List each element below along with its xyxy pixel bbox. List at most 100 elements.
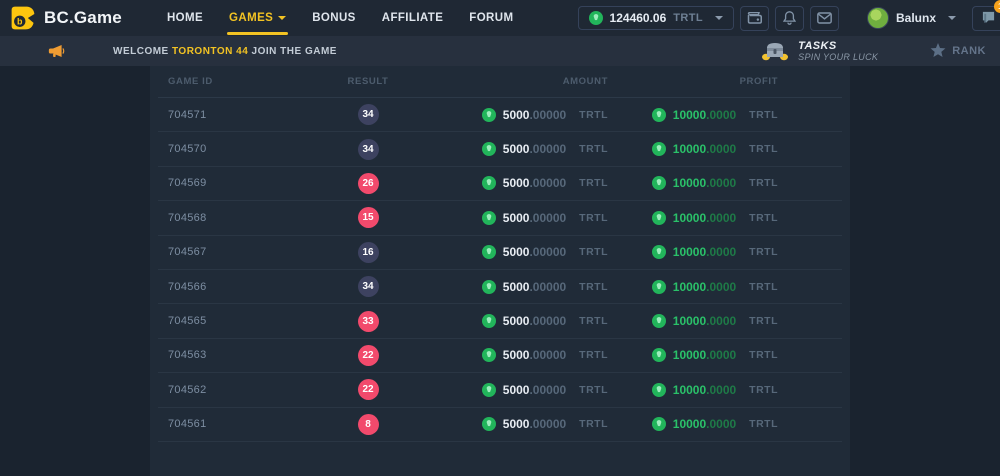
profit-currency: TRTL bbox=[749, 143, 778, 155]
amount-integer: 5000 bbox=[503, 348, 530, 362]
messages-button[interactable] bbox=[810, 6, 839, 31]
amount-cell: 5000 .00000 TRTL bbox=[423, 348, 608, 362]
bcgame-logo-icon: b bbox=[10, 5, 36, 31]
result-badge: 34 bbox=[358, 139, 379, 160]
table-row[interactable]: 704565 33 5000 .00000 TRTL 10000 .0000 T… bbox=[158, 304, 842, 338]
nav-forum[interactable]: FORUM bbox=[456, 0, 526, 36]
tasks-subtitle: SPIN YOUR LUCK bbox=[798, 52, 878, 62]
game-id: 704569 bbox=[158, 177, 313, 189]
game-id: 704570 bbox=[158, 143, 313, 155]
result-badge: 16 bbox=[358, 242, 379, 263]
main-content: GAME ID RESULT AMOUNT PROFIT 704571 34 5… bbox=[0, 66, 1000, 476]
table-row[interactable]: 704571 34 5000 .00000 TRTL 10000 .0000 T… bbox=[158, 98, 842, 132]
profit-integer: 10000 bbox=[673, 383, 706, 397]
coin-icon bbox=[482, 417, 496, 431]
chat-flag-icon bbox=[981, 11, 996, 25]
coin-icon bbox=[482, 108, 496, 122]
bets-table-body: 704571 34 5000 .00000 TRTL 10000 .0000 T… bbox=[158, 98, 842, 442]
amount-cell: 5000 .00000 TRTL bbox=[423, 142, 608, 156]
profit-decimals: .0000 bbox=[706, 211, 736, 225]
amount-currency: TRTL bbox=[579, 177, 608, 189]
profit-decimals: .0000 bbox=[706, 142, 736, 156]
profit-currency: TRTL bbox=[749, 384, 778, 396]
game-id: 704562 bbox=[158, 384, 313, 396]
table-row[interactable]: 704567 16 5000 .00000 TRTL 10000 .0000 T… bbox=[158, 236, 842, 270]
coin-icon bbox=[652, 245, 666, 259]
wallet-balance-selector[interactable]: 124460.06 TRTL bbox=[578, 6, 734, 30]
amount-integer: 5000 bbox=[503, 383, 530, 397]
coin-icon bbox=[482, 142, 496, 156]
topbar: b BC.Game HOME GAMES BONUS AFFILIATE FOR… bbox=[0, 0, 1000, 36]
profit-currency: TRTL bbox=[749, 315, 778, 327]
table-row[interactable]: 704563 22 5000 .00000 TRTL 10000 .0000 T… bbox=[158, 339, 842, 373]
notifications-button[interactable] bbox=[775, 6, 804, 31]
profit-decimals: .0000 bbox=[706, 314, 736, 328]
amount-cell: 5000 .00000 TRTL bbox=[423, 417, 608, 431]
nav-home[interactable]: HOME bbox=[154, 0, 216, 36]
result-badge: 22 bbox=[358, 345, 379, 366]
col-amount: AMOUNT bbox=[423, 76, 608, 87]
profit-integer: 10000 bbox=[673, 108, 706, 122]
table-row[interactable]: 704570 34 5000 .00000 TRTL 10000 .0000 T… bbox=[158, 132, 842, 166]
table-row[interactable]: 704566 34 5000 .00000 TRTL 10000 .0000 T… bbox=[158, 270, 842, 304]
table-row[interactable]: 704562 22 5000 .00000 TRTL 10000 .0000 T… bbox=[158, 373, 842, 407]
coin-icon bbox=[482, 211, 496, 225]
profit-decimals: .0000 bbox=[706, 348, 736, 362]
user-menu[interactable]: Balunx bbox=[867, 7, 956, 29]
amount-decimals: .00000 bbox=[529, 142, 566, 156]
bell-icon bbox=[783, 11, 796, 25]
profit-currency: TRTL bbox=[749, 349, 778, 361]
profit-decimals: .0000 bbox=[706, 176, 736, 190]
profit-integer: 10000 bbox=[673, 176, 706, 190]
result-badge: 15 bbox=[358, 207, 379, 228]
active-tab-underline bbox=[227, 32, 288, 35]
rank-label: RANK bbox=[952, 45, 986, 57]
nav-bonus[interactable]: BONUS bbox=[299, 0, 369, 36]
amount-integer: 5000 bbox=[503, 245, 530, 259]
game-id: 704563 bbox=[158, 349, 313, 361]
megaphone-icon bbox=[48, 44, 65, 58]
treasure-chest-icon bbox=[760, 40, 790, 62]
amount-cell: 5000 .00000 TRTL bbox=[423, 314, 608, 328]
amount-currency: TRTL bbox=[579, 212, 608, 224]
coin-icon bbox=[652, 142, 666, 156]
bets-panel: GAME ID RESULT AMOUNT PROFIT 704571 34 5… bbox=[150, 66, 850, 476]
amount-integer: 5000 bbox=[503, 108, 530, 122]
amount-currency: TRTL bbox=[579, 143, 608, 155]
amount-integer: 5000 bbox=[503, 176, 530, 190]
welcome-message: WELCOME TORONTON 44 JOIN THE GAME bbox=[113, 46, 337, 57]
game-id: 704571 bbox=[158, 109, 313, 121]
profit-currency: TRTL bbox=[749, 246, 778, 258]
chevron-down-icon bbox=[948, 16, 956, 20]
table-header: GAME ID RESULT AMOUNT PROFIT bbox=[158, 66, 842, 98]
amount-decimals: .00000 bbox=[529, 211, 566, 225]
username: Balunx bbox=[896, 11, 936, 25]
table-row[interactable]: 704561 8 5000 .00000 TRTL 10000 .0000 TR… bbox=[158, 408, 842, 442]
amount-integer: 5000 bbox=[503, 280, 530, 294]
amount-currency: TRTL bbox=[579, 384, 608, 396]
amount-currency: TRTL bbox=[579, 109, 608, 121]
coin-icon bbox=[652, 108, 666, 122]
coin-icon bbox=[589, 11, 603, 25]
balance-currency: TRTL bbox=[673, 12, 703, 24]
chat-button[interactable]: 10 bbox=[972, 6, 1000, 31]
wallet-button[interactable] bbox=[740, 6, 769, 31]
table-row[interactable]: 704569 26 5000 .00000 TRTL 10000 .0000 T… bbox=[158, 167, 842, 201]
table-row[interactable]: 704568 15 5000 .00000 TRTL 10000 .0000 T… bbox=[158, 201, 842, 235]
rank-widget[interactable]: RANK bbox=[930, 43, 988, 58]
result-badge: 33 bbox=[358, 311, 379, 332]
amount-integer: 5000 bbox=[503, 417, 530, 431]
profit-integer: 10000 bbox=[673, 245, 706, 259]
amount-currency: TRTL bbox=[579, 246, 608, 258]
nav-games[interactable]: GAMES bbox=[216, 0, 299, 36]
tasks-widget[interactable]: TASKS SPIN YOUR LUCK bbox=[760, 40, 878, 63]
nav-affiliate[interactable]: AFFILIATE bbox=[369, 0, 457, 36]
profit-integer: 10000 bbox=[673, 417, 706, 431]
tasks-title: TASKS bbox=[798, 40, 878, 53]
main-nav: HOME GAMES BONUS AFFILIATE FORUM bbox=[154, 0, 527, 36]
chat-unread-badge: 10 bbox=[994, 0, 1000, 13]
coin-icon bbox=[652, 280, 666, 294]
svg-text:b: b bbox=[17, 17, 23, 27]
amount-currency: TRTL bbox=[579, 349, 608, 361]
brand-logo[interactable]: b BC.Game bbox=[10, 5, 122, 31]
